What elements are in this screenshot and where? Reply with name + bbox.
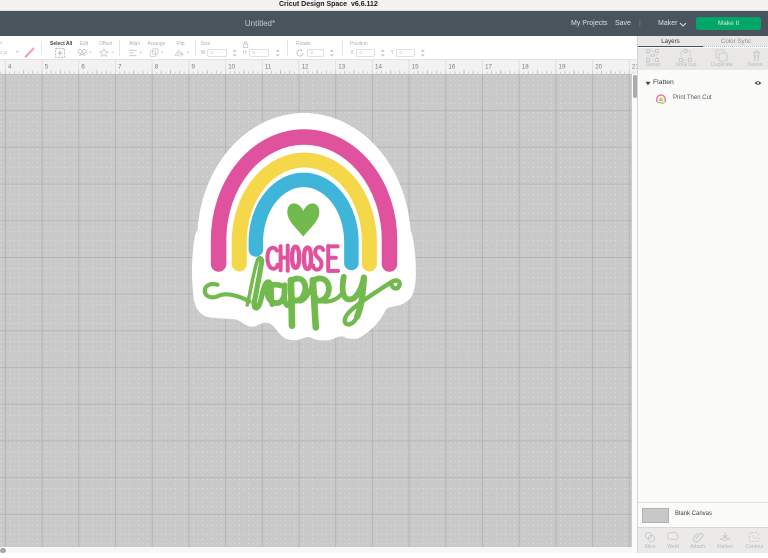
svg-text:7: 7 [118, 64, 122, 71]
svg-text:18: 18 [522, 64, 529, 71]
svg-text:17: 17 [485, 64, 492, 71]
svg-text:9: 9 [192, 64, 196, 71]
svg-text:16: 16 [448, 64, 455, 71]
svg-text:n: n [0, 40, 3, 45]
svg-text:2 pt: 2 pt [0, 50, 8, 55]
svg-text:20: 20 [595, 64, 602, 71]
svg-text:6: 6 [81, 64, 85, 71]
svg-text:5: 5 [45, 64, 49, 71]
svg-text:11: 11 [265, 64, 272, 71]
svg-text:19: 19 [559, 64, 566, 71]
svg-text:15: 15 [412, 64, 419, 71]
svg-text:4: 4 [8, 64, 12, 71]
svg-text:10: 10 [228, 64, 235, 71]
svg-text:8: 8 [155, 64, 159, 71]
svg-text:13: 13 [338, 64, 345, 71]
svg-text:14: 14 [375, 64, 382, 71]
svg-text:12: 12 [302, 64, 309, 71]
